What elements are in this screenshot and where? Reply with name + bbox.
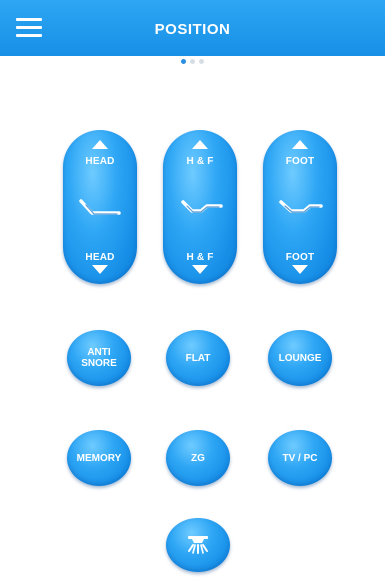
hf-up-button[interactable]: H & F [163,156,237,167]
underbed-light-button[interactable] [166,518,230,572]
hf-down-button[interactable]: H & F [163,252,237,263]
flat-label: FLAT [185,352,211,364]
zg-label: ZG [191,452,205,464]
bed-head-raise-icon [79,199,121,215]
hamburger-menu-icon[interactable] [14,13,44,41]
page-dot-1[interactable] [181,59,186,64]
memory-label: MEMORY [76,452,122,464]
foot-up-button[interactable]: FOOT [263,156,337,167]
app-screen: POSITION HEAD HEAD H & F H & F FOOT FOOT… [0,0,385,582]
head-control: HEAD HEAD [63,130,137,284]
zg-button[interactable]: ZG [166,430,230,486]
top-bar: POSITION [0,0,385,56]
head-up-button[interactable]: HEAD [63,156,137,167]
menu-line [16,34,42,37]
page-dot-3[interactable] [199,59,204,64]
lounge-label: LOUNGE [278,352,322,364]
tv-pc-label: TV / PC [282,452,318,464]
anti-snore-button[interactable]: ANTI SNORE [67,330,131,386]
foot-down-button[interactable]: FOOT [263,252,337,263]
foot-up-arrow-icon [292,140,308,149]
flat-button[interactable]: FLAT [166,330,230,386]
foot-down-arrow-icon [292,265,308,274]
lounge-button[interactable]: LOUNGE [268,330,332,386]
bed-head-foot-raise-icon [181,200,223,213]
head-down-button[interactable]: HEAD [63,252,137,263]
hf-up-arrow-icon [192,140,208,149]
tv-pc-button[interactable]: TV / PC [268,430,332,486]
page-dot-2[interactable] [190,59,195,64]
bed-foot-raise-icon [279,200,323,213]
underbed-light-icon [188,536,208,554]
memory-button[interactable]: MEMORY [67,430,131,486]
head-foot-control: H & F H & F [163,130,237,284]
anti-snore-label: ANTI SNORE [81,347,117,369]
hf-down-arrow-icon [192,265,208,274]
foot-control: FOOT FOOT [263,130,337,284]
head-down-arrow-icon [92,265,108,274]
page-title: POSITION [154,20,231,38]
head-up-arrow-icon [92,140,108,149]
menu-line [16,26,42,29]
menu-line [16,18,42,21]
page-indicator [0,59,385,64]
